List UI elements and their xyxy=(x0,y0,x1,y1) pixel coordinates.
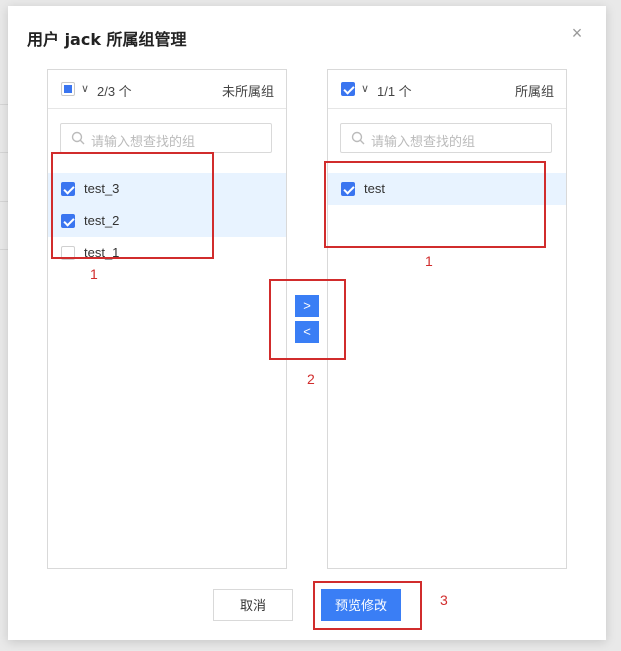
annotation-box-preview xyxy=(313,581,422,630)
panel-header: ∨ 2/3 个 未所属组 xyxy=(48,70,286,109)
search-icon xyxy=(351,131,365,145)
search-input[interactable]: 请输入想查找的组 xyxy=(340,123,552,153)
annotation-number: 1 xyxy=(90,266,98,282)
panel-title: 所属组 xyxy=(514,84,554,99)
panel-header: ∨ 1/1 个 所属组 xyxy=(328,70,566,109)
close-icon[interactable]: × xyxy=(568,24,586,42)
panel-title: 未所属组 xyxy=(221,84,274,99)
chevron-down-icon[interactable]: ∨ xyxy=(361,82,369,95)
select-all-checkbox[interactable] xyxy=(61,82,75,96)
selected-count: 2/3 个 xyxy=(97,84,132,99)
cancel-button[interactable]: 取消 xyxy=(213,589,293,621)
search-placeholder: 请输入想查找的组 xyxy=(371,134,476,149)
annotation-number: 2 xyxy=(307,371,315,387)
annotation-number: 1 xyxy=(425,253,433,269)
annotation-box-transfer xyxy=(269,279,346,360)
chevron-down-icon[interactable]: ∨ xyxy=(81,82,89,95)
selected-count: 1/1 个 xyxy=(377,84,412,99)
assigned-groups-panel: ∨ 1/1 个 所属组 请输入想查找的组 test xyxy=(327,69,567,569)
search-placeholder: 请输入想查找的组 xyxy=(91,134,196,149)
annotation-box-right-list xyxy=(324,161,546,248)
search-input[interactable]: 请输入想查找的组 xyxy=(60,123,272,153)
dialog-title: 用户 jack 所属组管理 xyxy=(27,30,187,49)
search-icon xyxy=(71,131,85,145)
group-management-dialog: 用户 jack 所属组管理 × ∨ 2/3 个 未所属组 请输入想查找的组 te… xyxy=(8,6,606,640)
annotation-box-left-list xyxy=(51,152,214,259)
unassigned-groups-panel: ∨ 2/3 个 未所属组 请输入想查找的组 test_3 test_2 test… xyxy=(47,69,287,569)
annotation-number: 3 xyxy=(440,592,448,608)
select-all-checkbox[interactable] xyxy=(341,82,355,96)
